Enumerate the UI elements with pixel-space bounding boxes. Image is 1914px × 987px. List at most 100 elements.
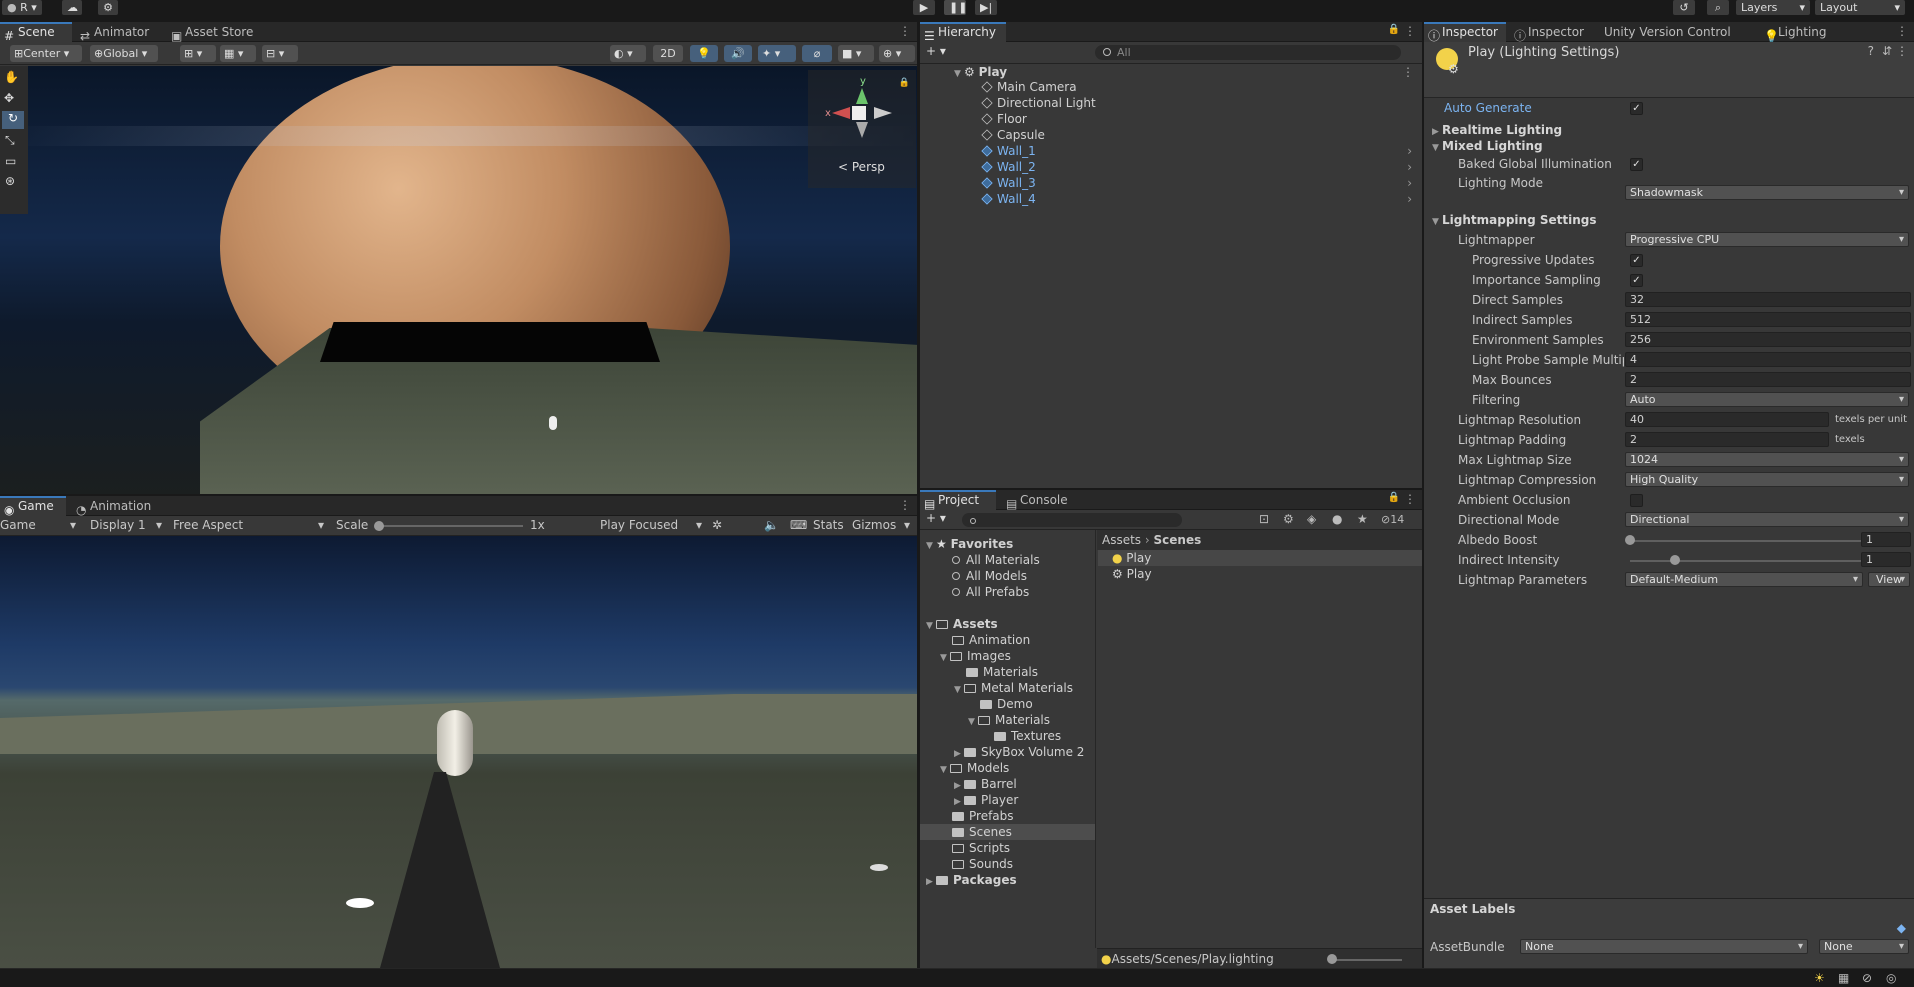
tab-project[interactable]: ▤ Project (920, 490, 996, 511)
environment-samples-field[interactable]: 256 (1625, 332, 1911, 347)
hierarchy-item[interactable]: Capsule (981, 127, 1045, 143)
play-focus-dropdown[interactable]: Play Focused ▾ (600, 518, 706, 532)
albedo-boost-slider[interactable] (1630, 540, 1864, 542)
view-parameters-button[interactable]: View (1868, 572, 1910, 587)
create-button[interactable]: + ▾ (926, 511, 946, 525)
tab-game[interactable]: ◉ Game (0, 496, 66, 517)
breadcrumb-root[interactable]: Assets (1102, 533, 1141, 547)
hierarchy-item[interactable]: Wall_3 › (981, 175, 1420, 191)
search-input[interactable]: All (1095, 45, 1401, 60)
camera-settings-icon[interactable]: ■ ▾ (838, 45, 874, 62)
search-by-label-icon[interactable]: ⚙ (1283, 512, 1294, 526)
lightmapper-dropdown[interactable]: Progressive CPU (1625, 232, 1909, 247)
increment-snap-icon[interactable]: ⊟ ▾ (262, 45, 298, 62)
2d-toggle[interactable]: 2D (653, 45, 683, 62)
hierarchy-item[interactable]: Wall_1 › (981, 143, 1420, 159)
folder-item[interactable]: Prefabs (952, 808, 1014, 824)
favorite-item[interactable]: All Materials (952, 552, 1040, 568)
grid-visibility-icon[interactable]: ▦ ▾ (220, 45, 256, 62)
collab-icon[interactable]: ◎ (1886, 971, 1896, 985)
hand-tool-icon[interactable]: ✋ (4, 70, 19, 84)
folder-item[interactable]: ▼ Images (940, 648, 1011, 664)
rect-tool-icon[interactable]: ▭ (5, 154, 16, 168)
help-icon[interactable]: ? (1868, 44, 1874, 58)
tab-inspector[interactable]: ⓘ Inspector (1424, 22, 1506, 43)
tag-icon[interactable]: ◆ (1897, 921, 1906, 935)
tab-animation[interactable]: ◔ Animation (72, 496, 156, 517)
hierarchy-item[interactable]: Wall_2 › (981, 159, 1420, 175)
game-viewport[interactable] (0, 536, 917, 968)
indirect-samples-field[interactable]: 512 (1625, 312, 1911, 327)
folder-item[interactable]: ▼ Models (940, 760, 1009, 776)
lightmap-parameters-dropdown[interactable]: Default-Medium (1625, 572, 1863, 587)
hierarchy-item[interactable]: Main Camera (981, 79, 1077, 95)
folder-item[interactable]: Demo (980, 696, 1033, 712)
assets-node[interactable]: ▼ Assets (926, 616, 998, 632)
scale-slider-handle[interactable] (374, 521, 384, 531)
favorite-icon[interactable]: ★ (1357, 512, 1368, 526)
tab-version-control[interactable]: Unity Version Control (1604, 22, 1760, 42)
scene-viewport[interactable]: ✋ ✥ ↻ ⤡ ▭ ⊛ y x < Persp 🔒 (0, 66, 917, 494)
folder-item[interactable]: ▶ Player (954, 792, 1018, 808)
indirect-intensity-field[interactable]: 1 (1861, 552, 1911, 567)
project-search-input[interactable] (962, 513, 1182, 527)
scene-root[interactable]: ▼ ⚙ Play ⋮ (954, 64, 1414, 80)
tab-animator[interactable]: ⇄ Animator (76, 22, 156, 43)
log-icon[interactable]: ● (1332, 512, 1342, 526)
search-icon[interactable]: ⌕ (1707, 0, 1729, 15)
auto-generate-checkbox[interactable]: ✓ (1630, 102, 1643, 115)
pivot-dropdown[interactable]: ⊞Center ▾ (10, 45, 82, 62)
lock-icon[interactable]: 🔒 (1388, 492, 1400, 503)
max-lightmap-size-dropdown[interactable]: 1024 (1625, 452, 1909, 467)
lightmap-compression-dropdown[interactable]: High Quality (1625, 472, 1909, 487)
scale-slider-track[interactable] (378, 525, 523, 527)
search-by-type-icon[interactable]: ⊡ (1259, 512, 1269, 526)
hidden-objects-icon[interactable]: ⌀ (802, 45, 832, 62)
capsule-object[interactable] (549, 416, 557, 430)
lightmap-resolution-field[interactable]: 40 (1625, 412, 1829, 427)
neg-x-cone[interactable] (874, 107, 892, 119)
layout-dropdown[interactable]: Layout ▾ (1815, 0, 1905, 15)
y-cone[interactable] (856, 88, 868, 104)
shading-mode-icon[interactable]: ◐ ▾ (610, 45, 646, 62)
x-cone[interactable] (832, 107, 850, 119)
menu-icon[interactable]: ⋮ (1404, 492, 1416, 506)
progressive-updates-checkbox[interactable]: ✓ (1630, 254, 1643, 267)
neg-y-cone[interactable] (856, 122, 868, 138)
step-button[interactable]: ▶| (975, 0, 997, 15)
filtering-dropdown[interactable]: Auto (1625, 392, 1909, 407)
indirect-intensity-handle[interactable] (1670, 555, 1680, 565)
mixed-lighting-foldout[interactable]: ▼ Mixed Lighting (1432, 136, 1543, 156)
directional-mode-dropdown[interactable]: Directional (1625, 512, 1909, 527)
breadcrumb-current[interactable]: Scenes (1154, 533, 1202, 547)
network-icon[interactable]: ▦ (1838, 971, 1849, 985)
effects-toggle-icon[interactable]: ✦ ▾ (758, 45, 796, 62)
folder-item[interactable]: Materials (966, 664, 1038, 680)
folder-item-selected[interactable]: Scenes (920, 824, 1095, 840)
context-menu-icon[interactable]: ⋮ (1896, 44, 1908, 58)
mute-audio-icon[interactable]: 🔈 (764, 518, 779, 532)
settings-icon[interactable]: ⚙ (98, 0, 118, 15)
gizmos-dropdown-icon[interactable]: ⊕ ▾ (879, 45, 915, 62)
indirect-intensity-slider[interactable] (1630, 560, 1864, 562)
tab-hierarchy[interactable]: ☰ Hierarchy (920, 22, 1006, 43)
add-button[interactable]: + ▾ (926, 44, 946, 58)
account-dropdown[interactable]: ● R ▾ (2, 0, 42, 15)
move-tool-icon[interactable]: ✥ (4, 91, 14, 105)
file-item-selected[interactable]: ● Play (1098, 550, 1422, 566)
lightmapping-settings-foldout[interactable]: ▼ Lightmapping Settings (1432, 210, 1596, 230)
lighting-mode-dropdown[interactable]: Shadowmask (1625, 185, 1909, 200)
hierarchy-item[interactable]: Floor (981, 111, 1027, 127)
layers-dropdown[interactable]: Layers ▾ (1736, 0, 1810, 15)
menu-icon[interactable]: ⋮ (899, 24, 911, 38)
debug-icon[interactable]: ⊘ (1862, 971, 1872, 985)
menu-icon[interactable]: ⋮ (899, 498, 911, 512)
bug-icon[interactable]: ✲ (712, 518, 722, 532)
max-bounces-field[interactable]: 2 (1625, 372, 1911, 387)
light-probe-multiplier-field[interactable]: 4 (1625, 352, 1911, 367)
favorites-node[interactable]: ▼ ★ Favorites (926, 536, 1013, 552)
tab-scene[interactable]: # Scene (0, 22, 72, 43)
hierarchy-item[interactable]: Directional Light (981, 95, 1096, 111)
baked-gi-checkbox[interactable]: ✓ (1630, 158, 1643, 171)
tab-lighting[interactable]: 💡 Lighting (1760, 22, 1836, 43)
